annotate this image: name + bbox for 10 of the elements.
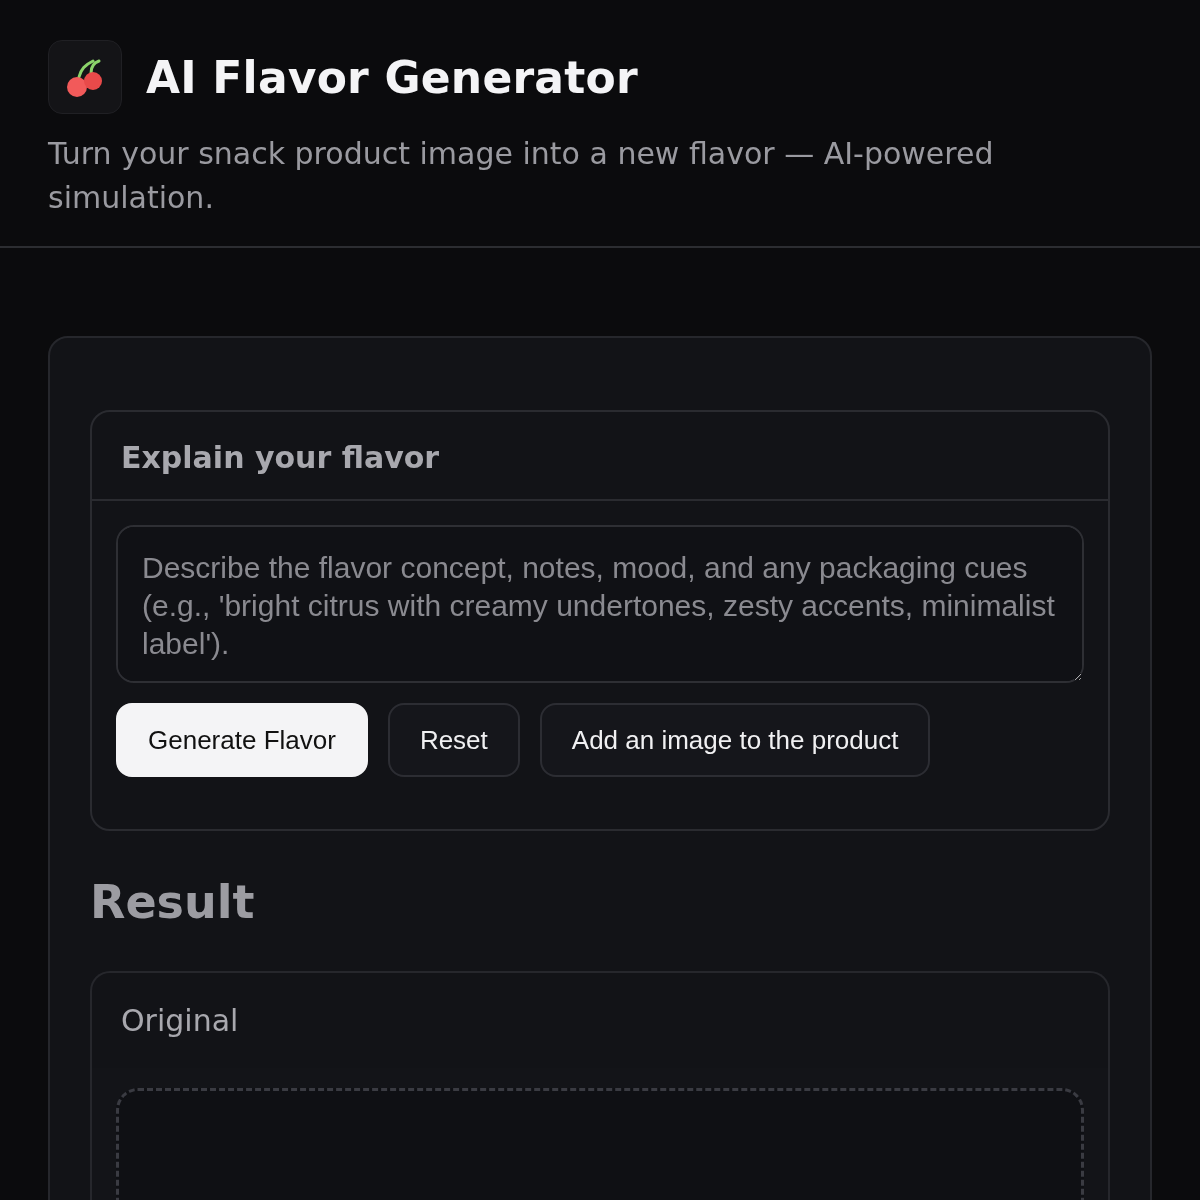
result-heading: Result [90, 875, 256, 929]
app-title: AI Flavor Generator [146, 51, 638, 103]
original-title: Original [120, 1002, 240, 1040]
app-subtitle: Turn your snack product image into a new flavor — AI-powered simulation. [48, 135, 995, 217]
flavor-description-field[interactable]: Describe the flavor concept, notes, mood, and any packaging cues (e.g., 'bright citrus with creamy undertones, zesty accents, minimalist label'). [116, 525, 1084, 683]
panel-title: Explain your flavor [92, 412, 1108, 501]
action-button[interactable]: Reset [387, 703, 520, 777]
image-dropzone[interactable] [116, 1088, 1084, 1200]
action-button[interactable]: Add an image to the product [539, 703, 931, 777]
generate-button[interactable]: Generate Flavor [116, 703, 368, 777]
